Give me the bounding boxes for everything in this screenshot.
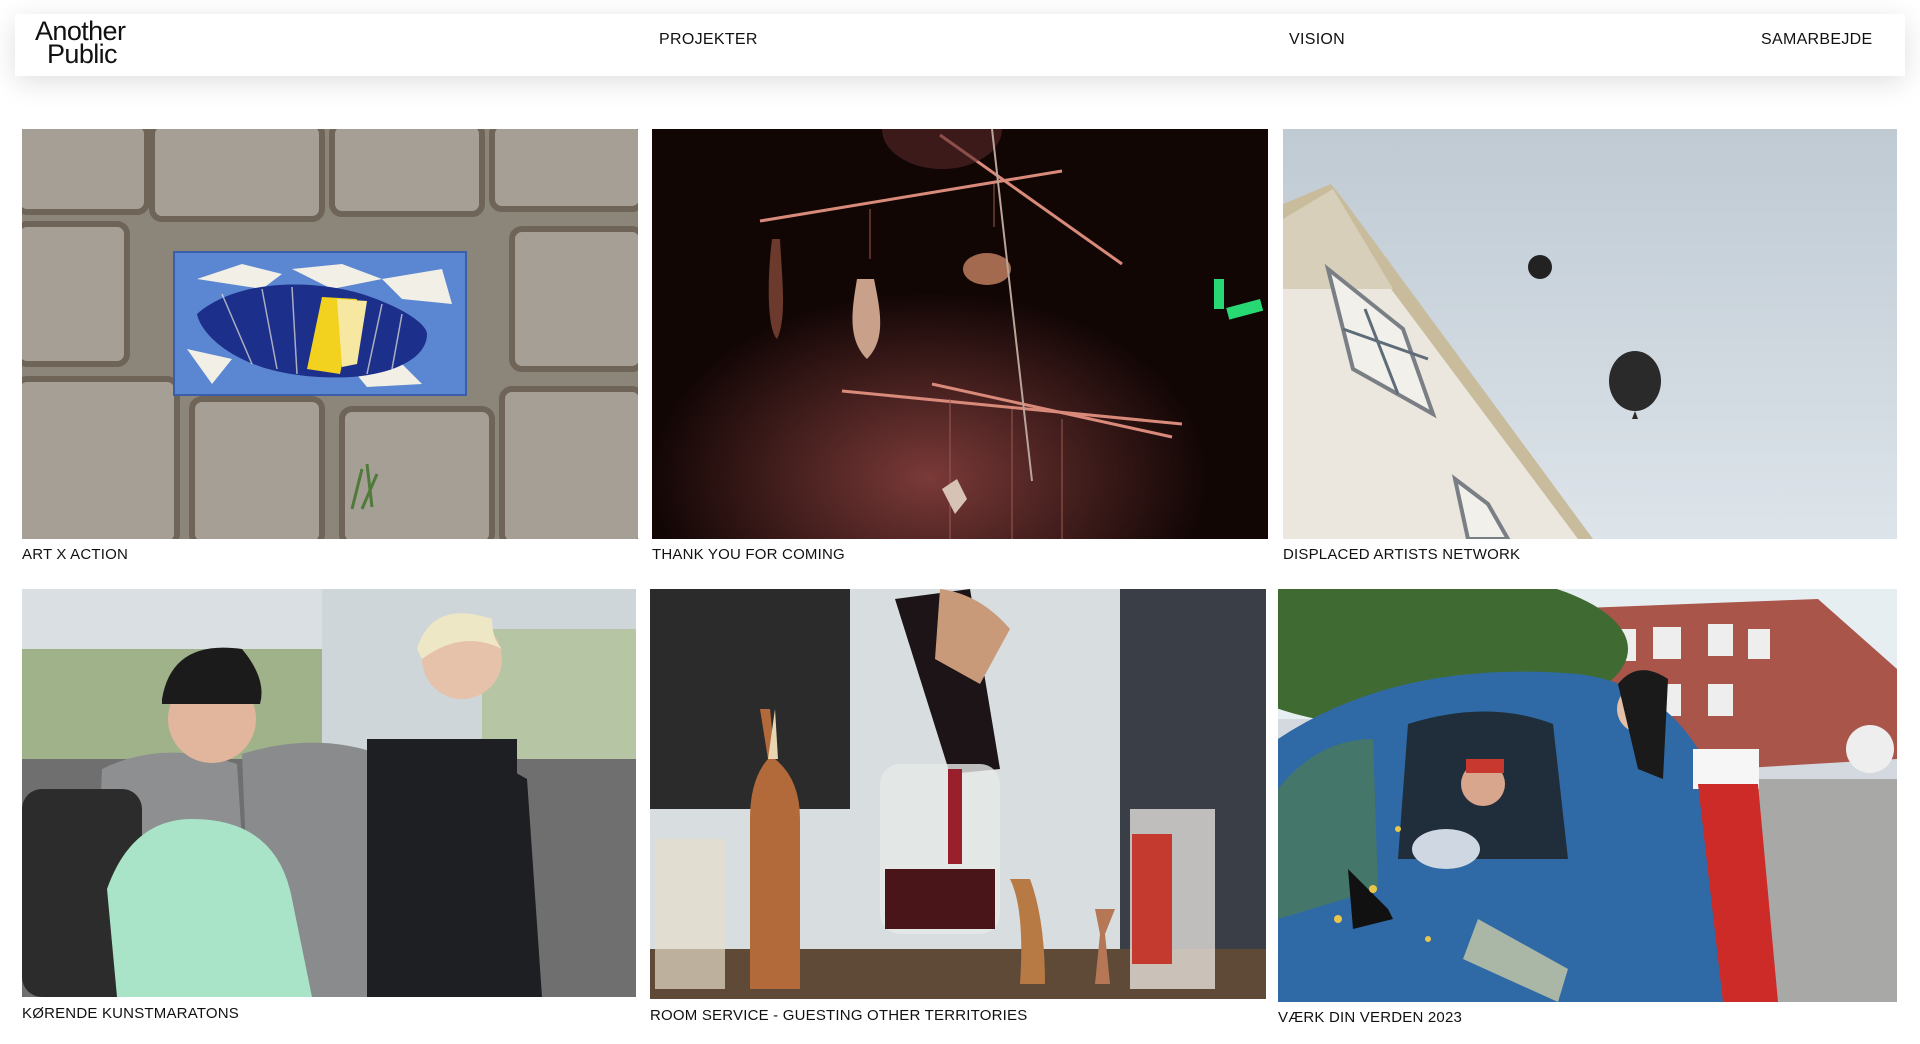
project-image-bottles[interactable] <box>650 589 1266 999</box>
brand-line-2: Public <box>47 39 118 69</box>
nav-projects[interactable]: PROJEKTER <box>659 31 758 49</box>
project-image-balloons[interactable] <box>1283 129 1897 539</box>
site-header: Another Public PROJEKTER VISION SAMARBEJ… <box>15 14 1905 76</box>
project-title[interactable]: ART X ACTION <box>22 546 128 563</box>
project-title[interactable]: KØRENDE KUNSTMARATONS <box>22 1005 239 1022</box>
project-image-bus[interactable] <box>22 589 636 997</box>
project-title[interactable]: VÆRK DIN VERDEN 2023 <box>1278 1009 1462 1026</box>
project-image-car[interactable] <box>1278 589 1897 1002</box>
project-title[interactable]: DISPLACED ARTISTS NETWORK <box>1283 546 1520 563</box>
project-image-mosaic[interactable] <box>22 129 638 539</box>
project-image-mobile[interactable] <box>652 129 1268 539</box>
nav-vision[interactable]: VISION <box>1289 31 1345 49</box>
brand-logo[interactable]: Another Public <box>35 18 126 69</box>
project-title[interactable]: ROOM SERVICE - GUESTING OTHER TERRITORIE… <box>650 1007 1027 1024</box>
project-title[interactable]: THANK YOU FOR COMING <box>652 546 845 563</box>
nav-collaborate[interactable]: SAMARBEJDE <box>1761 31 1872 49</box>
